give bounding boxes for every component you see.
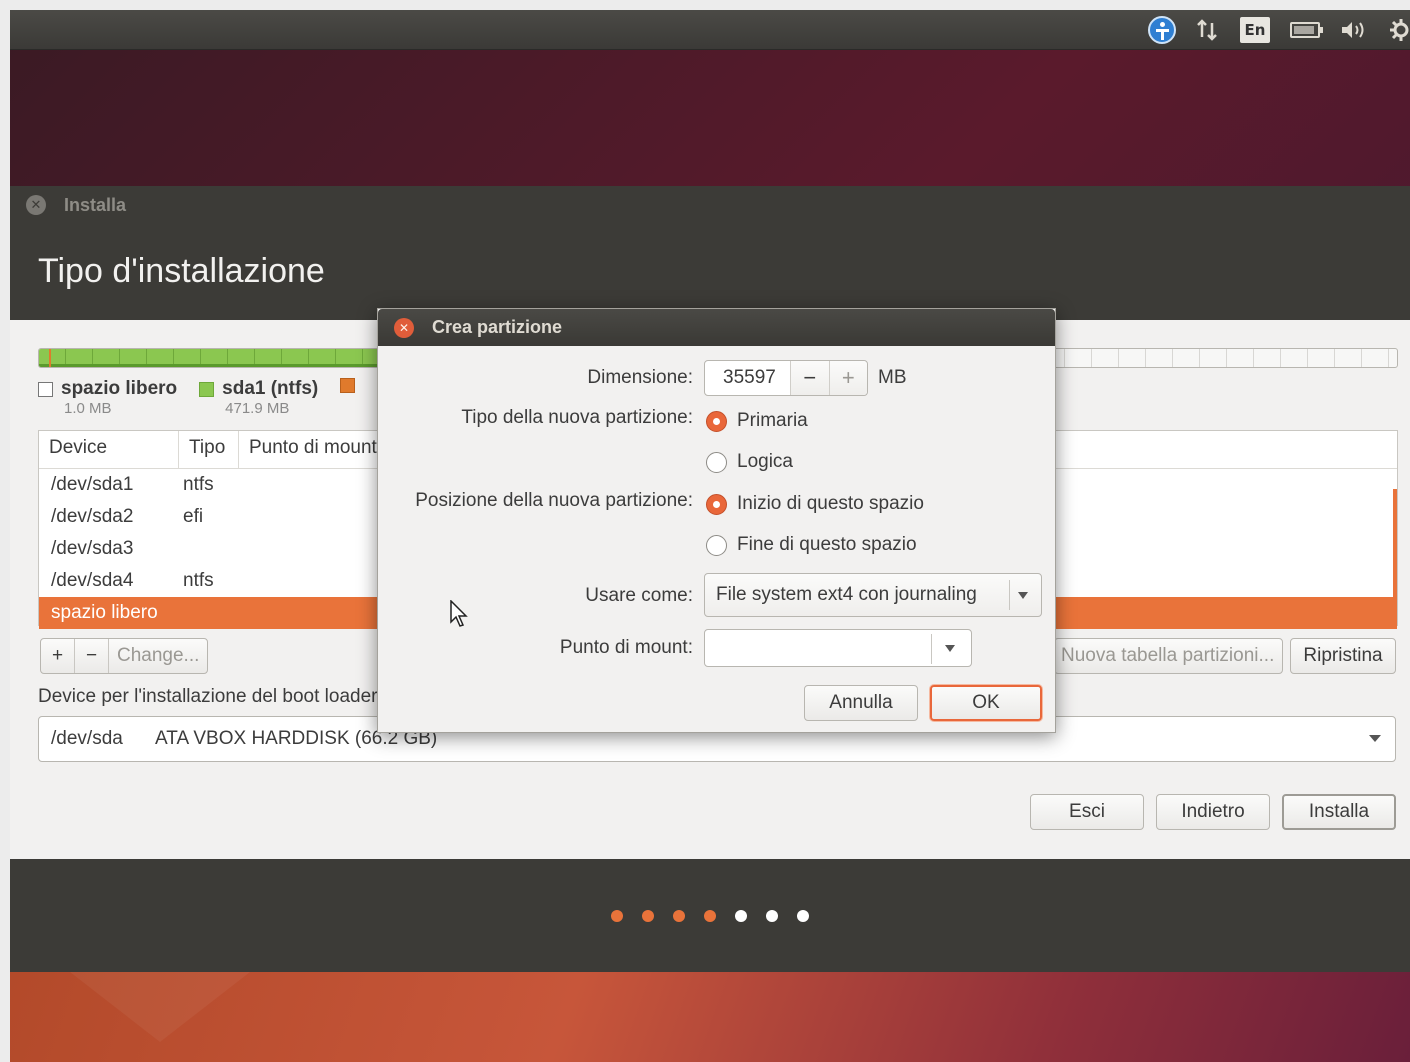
system-tray: En: [1138, 10, 1410, 50]
progress-dot-done: [704, 909, 716, 922]
reset-button[interactable]: Ripristina: [1290, 638, 1396, 674]
column-header-type[interactable]: Tipo: [179, 431, 239, 468]
create-partition-dialog: ✕ Crea partizione Dimensione: 35597 − + …: [377, 308, 1056, 733]
radio-unselected-icon: [706, 534, 727, 556]
progress-dot-todo: [766, 909, 778, 922]
dialog-titlebar: ✕ Crea partizione: [378, 309, 1055, 346]
change-partition-button[interactable]: Change...: [109, 639, 207, 673]
cancel-button[interactable]: Annulla: [804, 685, 918, 721]
progress-dot-done: [673, 909, 685, 922]
page-title: Tipo d'installazione: [38, 252, 325, 290]
progress-dot-done: [611, 909, 623, 922]
radio-start[interactable]: Inizio di questo spazio: [706, 493, 924, 515]
language-icon: En: [1240, 17, 1270, 43]
partition-type-label: Tipo della nuova partizione:: [461, 407, 693, 428]
legend-size: 471.9 MB: [225, 400, 290, 417]
progress-dot-done: [642, 909, 654, 922]
sound-indicator[interactable]: [1330, 10, 1378, 50]
power-indicator[interactable]: [1280, 10, 1330, 50]
partition-position-label: Posizione della nuova partizione:: [415, 490, 693, 511]
column-header-device[interactable]: Device: [39, 431, 179, 468]
chevron-down-icon: [1018, 592, 1028, 599]
new-partition-table-button[interactable]: Nuova tabella partizioni...: [1054, 638, 1284, 674]
remove-partition-button[interactable]: −: [75, 639, 109, 673]
radio-end-label: Fine di questo spazio: [737, 534, 917, 555]
decrement-button[interactable]: −: [790, 361, 829, 395]
new-partition-table-label: Nuova tabella partizioni...: [1061, 645, 1275, 666]
progress-dots: [10, 859, 1410, 972]
battery-icon: [1290, 22, 1323, 38]
mouse-pointer-icon: [450, 600, 468, 627]
boot-loader-label: Device per l'installazione del boot load…: [38, 686, 383, 707]
size-unit: MB: [878, 367, 907, 388]
back-button[interactable]: Indietro: [1156, 794, 1270, 830]
legend-swatch: [340, 378, 356, 393]
chevron-down-icon: [945, 645, 955, 652]
mount-point-combo[interactable]: [704, 629, 972, 667]
install-button[interactable]: Installa: [1282, 794, 1396, 830]
use-as-select[interactable]: File system ext4 con journaling: [704, 573, 1042, 617]
progress-dot-todo: [797, 909, 809, 922]
increment-button[interactable]: +: [828, 361, 867, 395]
use-as-value: File system ext4 con journaling: [716, 584, 977, 605]
legend-size: 1.0 MB: [64, 400, 112, 417]
cell-device: /dev/sda4: [51, 570, 134, 591]
window-titlebar: ✕ Installa: [10, 186, 1410, 224]
radio-logical[interactable]: Logica: [706, 451, 793, 473]
size-label: Dimensione:: [587, 367, 693, 388]
chevron-down-icon: [1369, 735, 1381, 742]
cell-type: ntfs: [183, 570, 214, 591]
dialog-close-button[interactable]: ✕: [394, 317, 414, 338]
partition-bar-sda1: [39, 349, 379, 367]
cell-type: efi: [183, 506, 204, 527]
cell-device: spazio libero: [51, 602, 158, 623]
cell-device: /dev/sda1: [51, 474, 134, 495]
partition-toolbar: + − Change...: [40, 638, 209, 674]
accessibility-icon: [1148, 16, 1176, 44]
legend-item: sda1 (ntfs) 471.9 MB: [199, 378, 318, 417]
desktop-wallpaper: [10, 972, 1410, 1062]
network-indicator[interactable]: [1186, 10, 1230, 50]
size-spinbutton[interactable]: 35597 − +: [704, 360, 868, 396]
volume-icon: [1342, 22, 1364, 38]
add-partition-button[interactable]: +: [41, 639, 75, 673]
keyboard-layout-indicator[interactable]: En: [1230, 10, 1280, 50]
partition-legend: spazio libero 1.0 MB sda1 (ntfs) 471.9 M…: [38, 378, 356, 417]
radio-end[interactable]: Fine di questo spazio: [706, 534, 917, 556]
mount-point-label: Punto di mount:: [559, 637, 693, 658]
radio-selected-icon: [706, 410, 727, 432]
session-indicator[interactable]: [1378, 10, 1410, 50]
legend-label: sda1 (ntfs): [222, 378, 319, 399]
legend-item: spazio libero 1.0 MB: [38, 378, 177, 417]
cell-type: ntfs: [183, 474, 214, 495]
radio-primary-label: Primaria: [737, 410, 808, 431]
accessibility-indicator[interactable]: [1138, 10, 1186, 50]
window-title: Installa: [64, 194, 127, 215]
radio-primary[interactable]: Primaria: [706, 410, 808, 432]
legend-swatch: [199, 381, 215, 397]
partition-bar-marker: [49, 349, 51, 367]
legend-item: [340, 378, 356, 417]
legend-label: spazio libero: [61, 378, 178, 399]
ok-button[interactable]: OK: [930, 685, 1042, 721]
network-transfer-icon: [1197, 19, 1217, 41]
boot-device-path: /dev/sda: [51, 728, 123, 749]
legend-swatch: [38, 381, 53, 397]
size-input[interactable]: 35597: [705, 367, 790, 389]
radio-start-label: Inizio di questo spazio: [737, 493, 924, 514]
radio-unselected-icon: [706, 451, 727, 473]
cell-device: /dev/sda2: [51, 506, 134, 527]
gear-icon: [1390, 19, 1409, 41]
radio-selected-icon: [706, 493, 727, 515]
dialog-title: Crea partizione: [432, 317, 563, 337]
top-panel: En: [10, 10, 1410, 50]
cell-device: /dev/sda3: [51, 538, 134, 559]
window-close-button[interactable]: ✕: [26, 195, 46, 215]
radio-logical-label: Logica: [737, 451, 793, 472]
use-as-label: Usare come:: [585, 585, 693, 606]
table-scrollbar[interactable]: [1393, 489, 1397, 617]
quit-button[interactable]: Esci: [1030, 794, 1144, 830]
progress-dot-todo: [735, 909, 747, 922]
